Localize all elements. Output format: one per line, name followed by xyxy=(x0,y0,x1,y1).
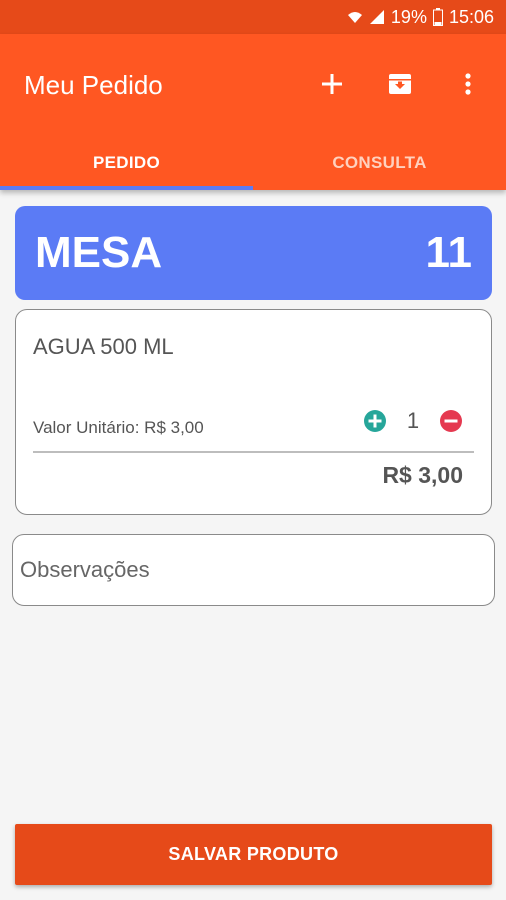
table-label: MESA xyxy=(35,228,163,277)
add-button[interactable] xyxy=(312,64,352,104)
more-options-button[interactable] xyxy=(448,64,488,104)
item-total: R$ 3,00 xyxy=(382,462,463,488)
page-title: Meu Pedido xyxy=(24,70,163,100)
plus-circle-icon xyxy=(364,410,386,432)
archive-button[interactable] xyxy=(380,64,420,104)
tab-indicator xyxy=(0,186,253,190)
archive-icon xyxy=(389,74,411,94)
product-card: AGUA 500 ML Valor Unitário: R$ 3,00 1 R$… xyxy=(15,309,492,515)
divider xyxy=(33,451,474,453)
decrease-quantity-button[interactable] xyxy=(439,409,463,433)
more-vert-icon xyxy=(465,73,471,95)
wifi-icon xyxy=(347,9,363,25)
minus-circle-icon xyxy=(440,410,462,432)
tab-pedido[interactable]: PEDIDO xyxy=(0,136,253,190)
toolbar-actions xyxy=(312,64,488,104)
save-product-button[interactable]: SALVAR PRODUTO xyxy=(15,824,492,885)
app-bar: Meu Pedido PEDIDO CONSULTA xyxy=(0,34,506,190)
table-banner: MESA 11 xyxy=(15,206,492,300)
table-number: 11 xyxy=(425,228,472,277)
unit-price: Valor Unitário: R$ 3,00 xyxy=(33,418,204,437)
status-bar: 19% 15:06 xyxy=(0,0,506,34)
observations-field[interactable] xyxy=(12,534,495,606)
quantity-stepper: 1 xyxy=(363,408,463,434)
plus-icon xyxy=(322,74,342,94)
quantity-value: 1 xyxy=(406,408,420,433)
product-name: AGUA 500 ML xyxy=(33,334,174,359)
battery-icon xyxy=(432,8,443,26)
clock: 15:06 xyxy=(448,6,494,27)
battery-percent: 19% xyxy=(390,6,427,27)
tab-consulta[interactable]: CONSULTA xyxy=(253,136,506,190)
increase-quantity-button[interactable] xyxy=(363,409,387,433)
tab-bar: PEDIDO CONSULTA xyxy=(0,136,506,190)
signal-icon xyxy=(369,9,385,25)
